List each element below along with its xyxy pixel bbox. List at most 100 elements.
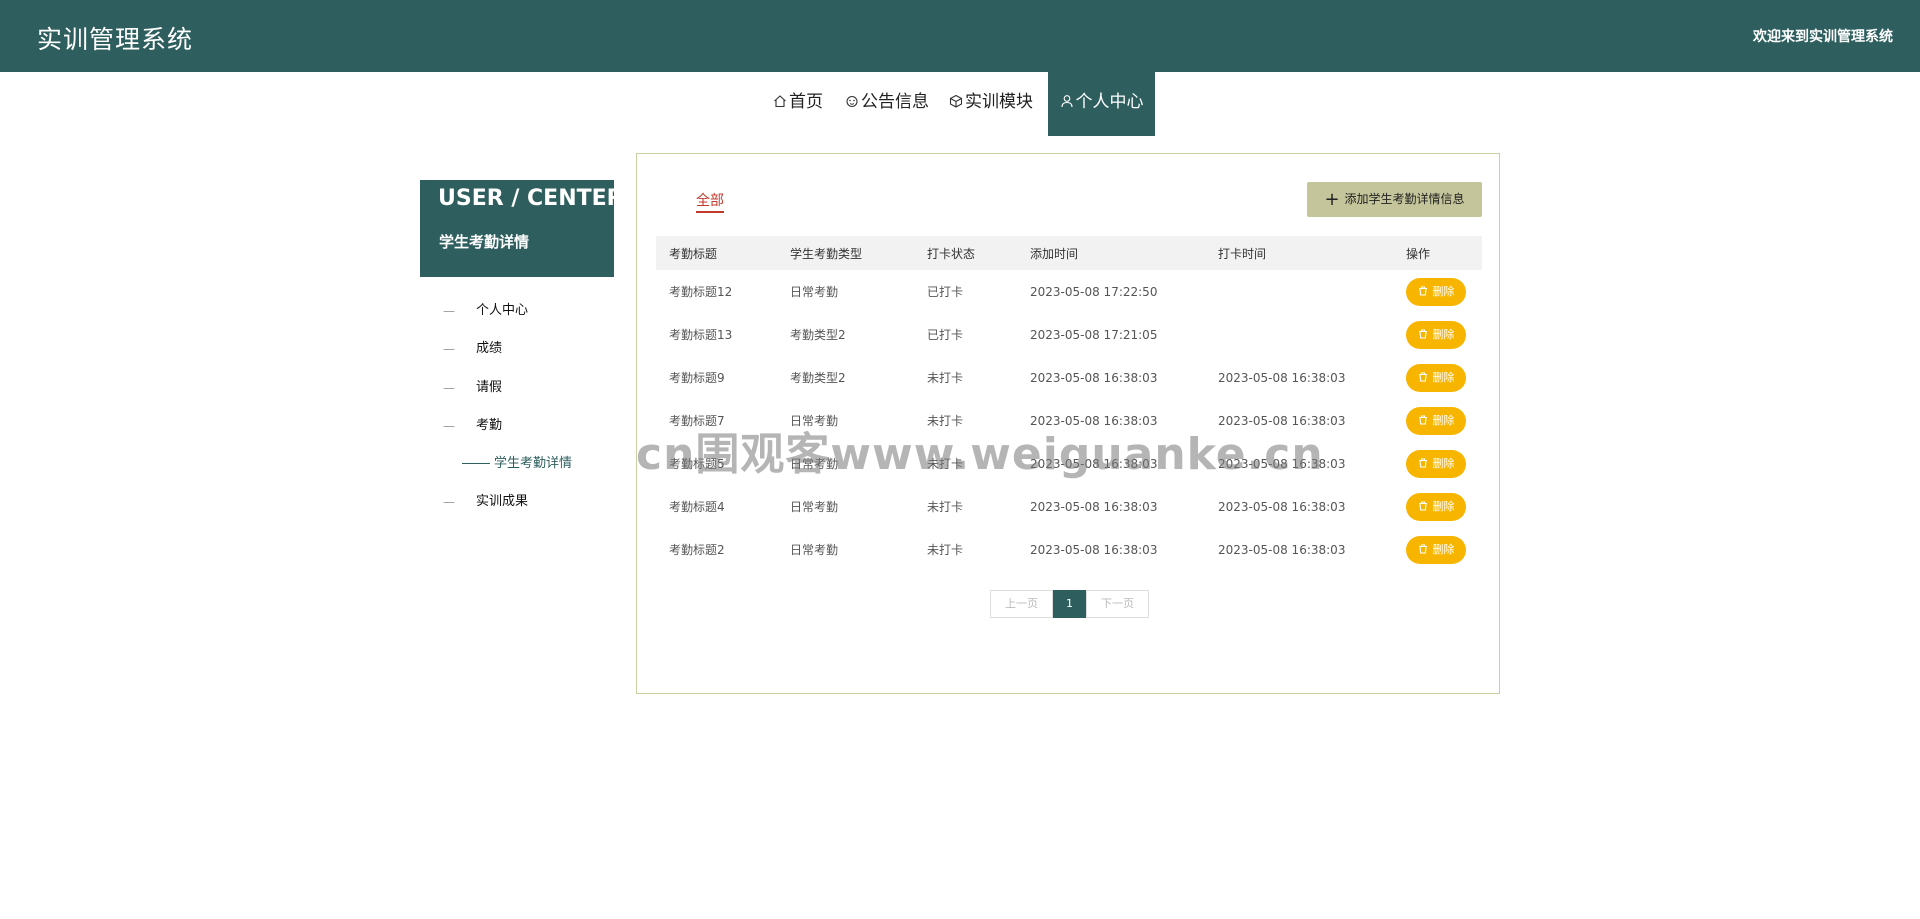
dash-marker: — [443, 495, 455, 509]
delete-button[interactable]: 删除 [1406, 535, 1466, 564]
cell-title: 考勤标题12 [669, 285, 733, 299]
cell-actions: 删除 [1393, 270, 1482, 313]
cell-actions: 删除 [1393, 356, 1482, 399]
delete-label: 删除 [1432, 370, 1455, 384]
cell-title: 考勤标题9 [669, 371, 725, 385]
nav-item-training-label: 实训模块 [965, 92, 1033, 112]
delete-label: 删除 [1432, 542, 1455, 556]
table-row: 考勤标题12 日常考勤 已打卡 2023-05-08 17:22:50 删除 [656, 270, 1482, 313]
cell-punch-time: 2023-05-08 16:38:03 [1218, 456, 1346, 471]
delete-button[interactable]: 删除 [1406, 492, 1466, 521]
sidebar-heading-cn: 学生考勤详情 [439, 233, 530, 251]
cell-status: 已打卡 [927, 328, 964, 342]
delete-button[interactable]: 删除 [1406, 320, 1466, 349]
nav-item-home-label: 首页 [789, 92, 823, 112]
delete-label: 删除 [1432, 284, 1455, 298]
trash-icon [1418, 537, 1428, 554]
pagination: 上一页 1 下一页 [990, 590, 1149, 618]
cell-status: 未打卡 [927, 414, 964, 428]
col-header-title: 考勤标题 [656, 236, 777, 270]
nav-item-notice-label: 公告信息 [861, 92, 929, 112]
delete-button[interactable]: 删除 [1406, 363, 1466, 392]
main-nav: 首页 公告信息 实训模块 个人中心 [0, 72, 1920, 136]
cell-punch-time: 2023-05-08 16:38:03 [1218, 370, 1346, 385]
col-header-added-time: 添加时间 [1017, 236, 1205, 270]
delete-button[interactable]: 删除 [1406, 277, 1466, 306]
sidebar-item-grades[interactable]: — 成绩 [420, 336, 614, 362]
cell-status: 未打卡 [927, 371, 964, 385]
delete-button[interactable]: 删除 [1406, 449, 1466, 478]
trash-icon [1418, 494, 1428, 511]
add-button-label: 添加学生考勤详情信息 [1344, 192, 1465, 206]
cell-title: 考勤标题4 [669, 500, 725, 514]
delete-button[interactable]: 删除 [1406, 406, 1466, 435]
cell-title: 考勤标题2 [669, 543, 725, 557]
app-title: 实训管理系统 [37, 25, 194, 54]
cell-actions: 删除 [1393, 442, 1482, 485]
cell-title: 考勤标题13 [669, 328, 733, 342]
cell-title: 考勤标题7 [669, 414, 725, 428]
table-row: 考勤标题7 日常考勤 未打卡 2023-05-08 16:38:03 2023-05-0… [656, 399, 1482, 442]
attendance-table: 考勤标题 学生考勤类型 打卡状态 添加时间 打卡时间 操作 考勤标题12 日常考勤… [656, 236, 1482, 571]
dash-marker: — [443, 304, 455, 318]
cell-added-time: 2023-05-08 16:38:03 [1030, 413, 1158, 428]
bell-icon [845, 73, 859, 108]
sidebar-header: USER / CENTER 学生考勤详情 [420, 180, 624, 277]
cell-punch-time [1205, 313, 1393, 356]
cell-added-time: 2023-05-08 16:38:03 [1030, 542, 1158, 557]
cell-type: 考勤类型2 [790, 328, 846, 342]
welcome-text: 欢迎来到实训管理系统 [1753, 29, 1893, 45]
plus-icon: + [1324, 189, 1340, 210]
sidebar-item-personal-center[interactable]: — 个人中心 [420, 298, 614, 324]
cell-status: 已打卡 [927, 285, 964, 299]
sidebar-item-attendance[interactable]: — 考勤 [420, 413, 614, 439]
cell-actions: 删除 [1393, 313, 1482, 356]
cell-actions: 删除 [1393, 528, 1482, 571]
add-attendance-detail-button[interactable]: + 添加学生考勤详情信息 [1307, 182, 1482, 217]
col-header-type: 学生考勤类型 [777, 236, 914, 270]
cell-punch-time: 2023-05-08 16:38:03 [1218, 542, 1346, 557]
col-header-punch-time: 打卡时间 [1205, 236, 1393, 270]
page-number-button[interactable]: 1 [1053, 590, 1086, 618]
home-icon [773, 73, 787, 108]
trash-icon [1418, 408, 1428, 425]
trash-icon [1418, 279, 1428, 296]
sidebar-item-label: 考勤 [476, 418, 503, 433]
cell-actions: 删除 [1393, 485, 1482, 528]
dash-marker: — [443, 342, 455, 356]
next-page-button[interactable]: 下一页 [1086, 590, 1149, 618]
delete-label: 删除 [1432, 456, 1455, 470]
cell-status: 未打卡 [927, 500, 964, 514]
cell-added-time: 2023-05-08 16:38:03 [1030, 456, 1158, 471]
content-panel: 全部 + 添加学生考勤详情信息 考勤标题 学生考勤类型 打卡状态 添加时间 打卡时… [636, 153, 1500, 694]
cell-type: 考勤类型2 [790, 371, 846, 385]
sidebar-subitem-student-attendance-detail[interactable]: 学生考勤详情 [420, 451, 614, 477]
cell-added-time: 2023-05-08 17:21:05 [1030, 327, 1158, 342]
nav-item-home[interactable]: 首页 [773, 72, 823, 136]
delete-label: 删除 [1432, 327, 1455, 341]
dash-marker: — [443, 381, 455, 395]
cell-type: 日常考勤 [790, 500, 839, 514]
trash-icon [1418, 451, 1428, 468]
sub-item-line [462, 463, 490, 464]
user-icon [1060, 73, 1074, 108]
nav-item-notice[interactable]: 公告信息 [845, 72, 929, 136]
cube-icon [949, 73, 963, 108]
cell-status: 未打卡 [927, 543, 964, 557]
nav-item-personal-center[interactable]: 个人中心 [1048, 72, 1155, 136]
cell-type: 日常考勤 [790, 457, 839, 471]
table-row: 考勤标题13 考勤类型2 已打卡 2023-05-08 17:21:05 删除 [656, 313, 1482, 356]
cell-actions: 删除 [1393, 399, 1482, 442]
tab-all[interactable]: 全部 [696, 190, 724, 213]
cell-punch-time: 2023-05-08 16:38:03 [1218, 413, 1346, 428]
nav-item-personal-center-label: 个人中心 [1075, 92, 1144, 112]
top-bar: 实训管理系统 欢迎来到实训管理系统 [0, 0, 1920, 72]
prev-page-button[interactable]: 上一页 [990, 590, 1053, 618]
sidebar-item-training-results[interactable]: — 实训成果 [420, 489, 614, 515]
nav-item-training[interactable]: 实训模块 [949, 72, 1033, 136]
trash-icon [1418, 322, 1428, 339]
sidebar-item-label: 学生考勤详情 [494, 456, 573, 471]
sidebar-item-label: 实训成果 [476, 494, 529, 509]
sidebar-item-leave[interactable]: — 请假 [420, 375, 614, 401]
col-header-actions: 操作 [1393, 236, 1482, 270]
